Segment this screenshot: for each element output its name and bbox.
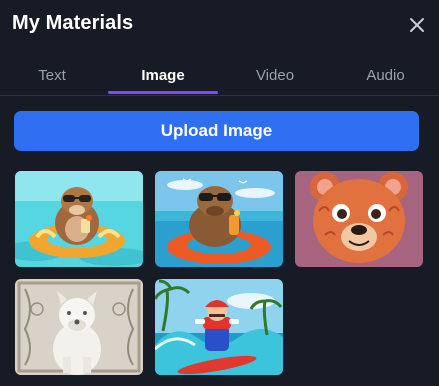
material-thumbnail[interactable] (15, 279, 143, 375)
panel-title: My Materials (12, 12, 134, 34)
active-tab-indicator (108, 91, 218, 94)
otter-sunglasses-float-thumbnail (15, 171, 143, 267)
tab-audio[interactable]: Audio (332, 54, 439, 96)
panel-header: My Materials (0, 0, 439, 50)
upload-image-button[interactable]: Upload Image (14, 111, 419, 151)
material-thumbnail[interactable] (155, 279, 283, 375)
bear-face-illustration-thumbnail (295, 171, 423, 267)
material-thumbnail[interactable] (295, 171, 423, 267)
tab-text[interactable]: Text (0, 54, 104, 96)
material-thumbnail[interactable] (155, 171, 283, 267)
close-icon (410, 18, 424, 32)
white-dog-statue-thumbnail (15, 279, 143, 375)
tab-image[interactable]: Image (108, 54, 218, 96)
close-button[interactable] (404, 12, 430, 38)
my-materials-panel: My Materials Text Image Video Audio Uplo… (0, 0, 439, 386)
plumber-surfing-thumbnail (155, 279, 283, 375)
material-type-tabs: Text Image Video Audio (0, 54, 439, 96)
tab-video[interactable]: Video (222, 54, 328, 96)
capybara-sunglasses-float-thumbnail (155, 171, 283, 267)
material-thumbnail[interactable] (15, 171, 143, 267)
